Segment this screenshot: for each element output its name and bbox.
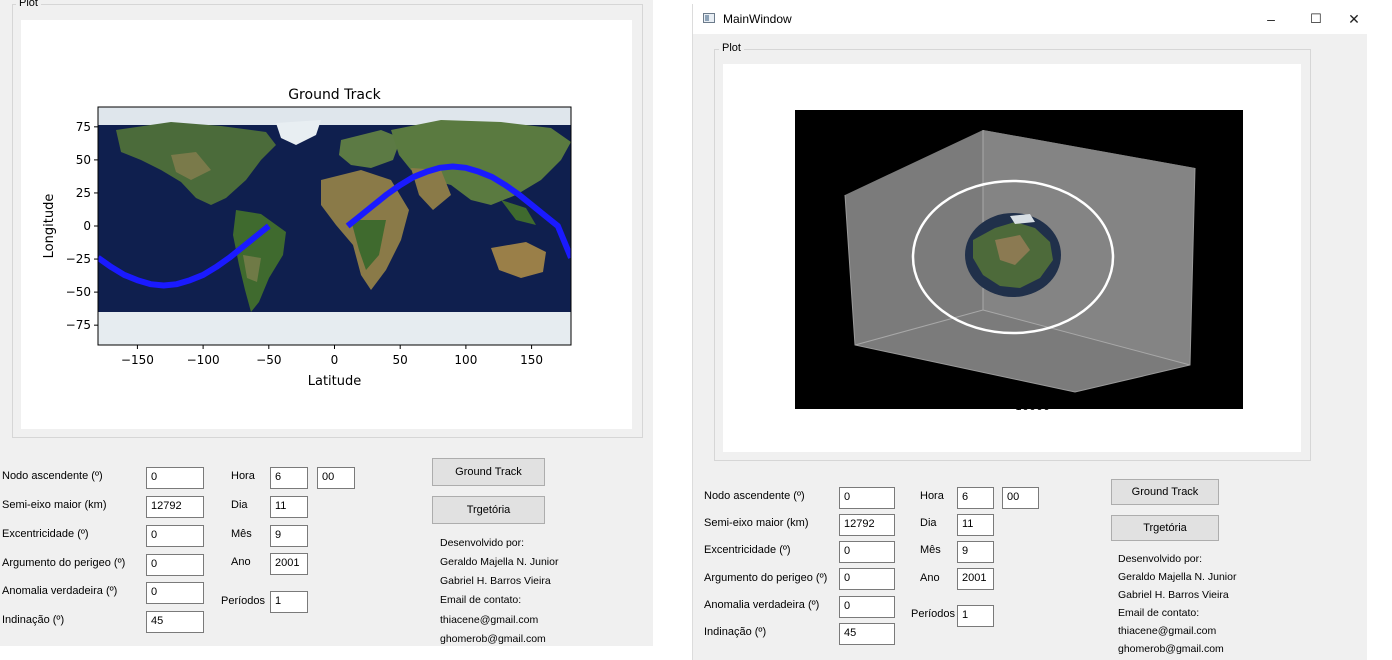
semi-eixo-label: Semi-eixo maior (km) <box>2 499 107 511</box>
nodo-ascendente-input[interactable]: 0 <box>839 487 895 509</box>
trajetoria-button[interactable]: Trgetória <box>432 496 545 524</box>
excentricidade-input[interactable]: 0 <box>146 525 204 547</box>
developer-2: Gabriel H. Barros Vieira <box>1118 589 1229 601</box>
developer-1: Geraldo Majella N. Junior <box>440 556 559 568</box>
contact-email-2: ghomerob@gmail.com <box>1118 643 1224 655</box>
app-icon <box>703 13 715 23</box>
window-title: MainWindow <box>723 12 792 26</box>
dia-label: Dia <box>920 517 937 529</box>
nodo-ascendente-input[interactable]: 0 <box>146 467 204 489</box>
anomalia-verdadeira-input[interactable]: 0 <box>146 582 204 604</box>
x-tick-label: 50 <box>393 353 408 367</box>
x-tick-label: −150 <box>121 353 154 367</box>
x-tick-label: −50 <box>256 353 281 367</box>
inclinacao-input[interactable]: 45 <box>146 611 204 633</box>
dia-label: Dia <box>231 499 248 511</box>
y-axis-ticks: 75 50 25 0 −25 −50 −75 <box>66 120 98 332</box>
mes-input[interactable]: 9 <box>270 525 308 547</box>
nodo-ascendente-label: Nodo ascendente (º) <box>704 490 805 502</box>
dia-input[interactable]: 11 <box>957 514 994 536</box>
developer-1: Geraldo Majella N. Junior <box>1118 571 1237 583</box>
contact-email-2: ghomerob@gmail.com <box>440 633 546 645</box>
ano-label: Ano <box>231 556 251 568</box>
excentricidade-input[interactable]: 0 <box>839 541 895 563</box>
contact-email-1: thiacene@gmail.com <box>1118 625 1217 637</box>
hora-label: Hora <box>920 490 944 502</box>
anomalia-verdadeira-label: Anomalia verdadeira (º) <box>704 599 820 611</box>
ground-track-button[interactable]: Ground Track <box>432 458 545 486</box>
semi-eixo-label: Semi-eixo maior (km) <box>704 517 809 529</box>
minuto-input[interactable]: 00 <box>317 467 355 489</box>
excentricidade-label: Excentricidade (º) <box>2 528 89 540</box>
developed-by-label: Desenvolvido por: <box>1118 553 1203 565</box>
x-tick-label: −100 <box>187 353 220 367</box>
hora-input[interactable]: 6 <box>270 467 308 489</box>
inclinacao-input[interactable]: 45 <box>839 623 895 645</box>
x-axis-ticks: −150 −100 −50 0 50 100 150 <box>121 345 543 367</box>
ground-track-canvas: −150 −100 −50 0 50 100 150 75 50 25 0 −25 −50 −75 Gr… <box>21 20 632 429</box>
hora-label: Hora <box>231 470 255 482</box>
y-tick-label: −50 <box>66 285 91 299</box>
x-tick-label: 150 <box>520 353 543 367</box>
minimize-button[interactable]: – <box>1248 4 1294 34</box>
excentricidade-label: Excentricidade (º) <box>704 544 791 556</box>
anomalia-verdadeira-label: Anomalia verdadeira (º) <box>2 585 118 597</box>
ano-input[interactable]: 2001 <box>957 568 994 590</box>
inclinacao-label: Indinação (º) <box>704 626 767 638</box>
world-map-background <box>98 107 571 345</box>
x-tick-label: 100 <box>454 353 477 367</box>
ground-track-button[interactable]: Ground Track <box>1111 479 1219 505</box>
close-button[interactable]: ✕ <box>1331 4 1377 34</box>
y-tick-label: 75 <box>76 120 91 134</box>
ano-input[interactable]: 2001 <box>270 553 308 575</box>
anomalia-verdadeira-input[interactable]: 0 <box>839 596 895 618</box>
trajectory-3d-plot <box>795 110 1243 409</box>
argumento-perigeo-label: Argumento do perigeo (º) <box>704 572 828 584</box>
contact-label: Email de contato: <box>1118 607 1200 619</box>
mes-label: Mês <box>231 528 252 540</box>
argumento-perigeo-label: Argumento do perigeo (º) <box>2 557 126 569</box>
mes-input[interactable]: 9 <box>957 541 994 563</box>
semi-eixo-input[interactable]: 12792 <box>146 496 204 518</box>
inclinacao-label: Indinação (º) <box>2 614 65 626</box>
periodos-label: Períodos <box>221 595 266 607</box>
mes-label: Mês <box>920 544 941 556</box>
trajectory-canvas: 10000 <box>723 64 1301 452</box>
dia-input[interactable]: 11 <box>270 496 308 518</box>
ano-label: Ano <box>920 572 940 584</box>
periodos-input[interactable]: 1 <box>270 591 308 613</box>
main-window: MainWindow – ☐ ✕ Plot 10000 Nodo ascende… <box>692 4 1367 660</box>
minuto-input[interactable]: 00 <box>1002 487 1039 509</box>
nodo-ascendente-label: Nodo ascendente (º) <box>2 470 103 482</box>
periodos-label: Períodos <box>911 608 956 620</box>
y-tick-label: 0 <box>83 219 91 233</box>
semi-eixo-input[interactable]: 12792 <box>839 514 895 536</box>
plot-group-title: Plot <box>719 42 744 54</box>
developer-2: Gabriel H. Barros Vieira <box>440 575 551 587</box>
y-tick-label: 25 <box>76 186 91 200</box>
left-window: Plot −150 −100 −50 0 50 100 150 75 50 25… <box>0 0 653 646</box>
y-tick-label: −25 <box>66 252 91 266</box>
contact-email-1: thiacene@gmail.com <box>440 614 539 626</box>
x-axis-label: Latitude <box>308 374 362 389</box>
y-axis-label: Longitude <box>42 194 57 259</box>
argumento-perigeo-input[interactable]: 0 <box>146 554 204 576</box>
plot-group-title: Plot <box>16 0 41 9</box>
argumento-perigeo-input[interactable]: 0 <box>839 568 895 590</box>
periodos-input[interactable]: 1 <box>957 605 994 627</box>
chart-title: Ground Track <box>288 87 381 103</box>
contact-label: Email de contato: <box>440 594 522 606</box>
trajetoria-button[interactable]: Trgetória <box>1111 515 1219 541</box>
y-tick-label: −75 <box>66 318 91 332</box>
hora-input[interactable]: 6 <box>957 487 994 509</box>
developed-by-label: Desenvolvido por: <box>440 537 525 549</box>
y-tick-label: 50 <box>76 153 91 167</box>
ground-track-chart: −150 −100 −50 0 50 100 150 75 50 25 0 −25 −50 −75 Gr… <box>42 87 572 389</box>
title-bar: MainWindow – ☐ ✕ <box>693 4 1367 34</box>
x-tick-label: 0 <box>331 353 339 367</box>
